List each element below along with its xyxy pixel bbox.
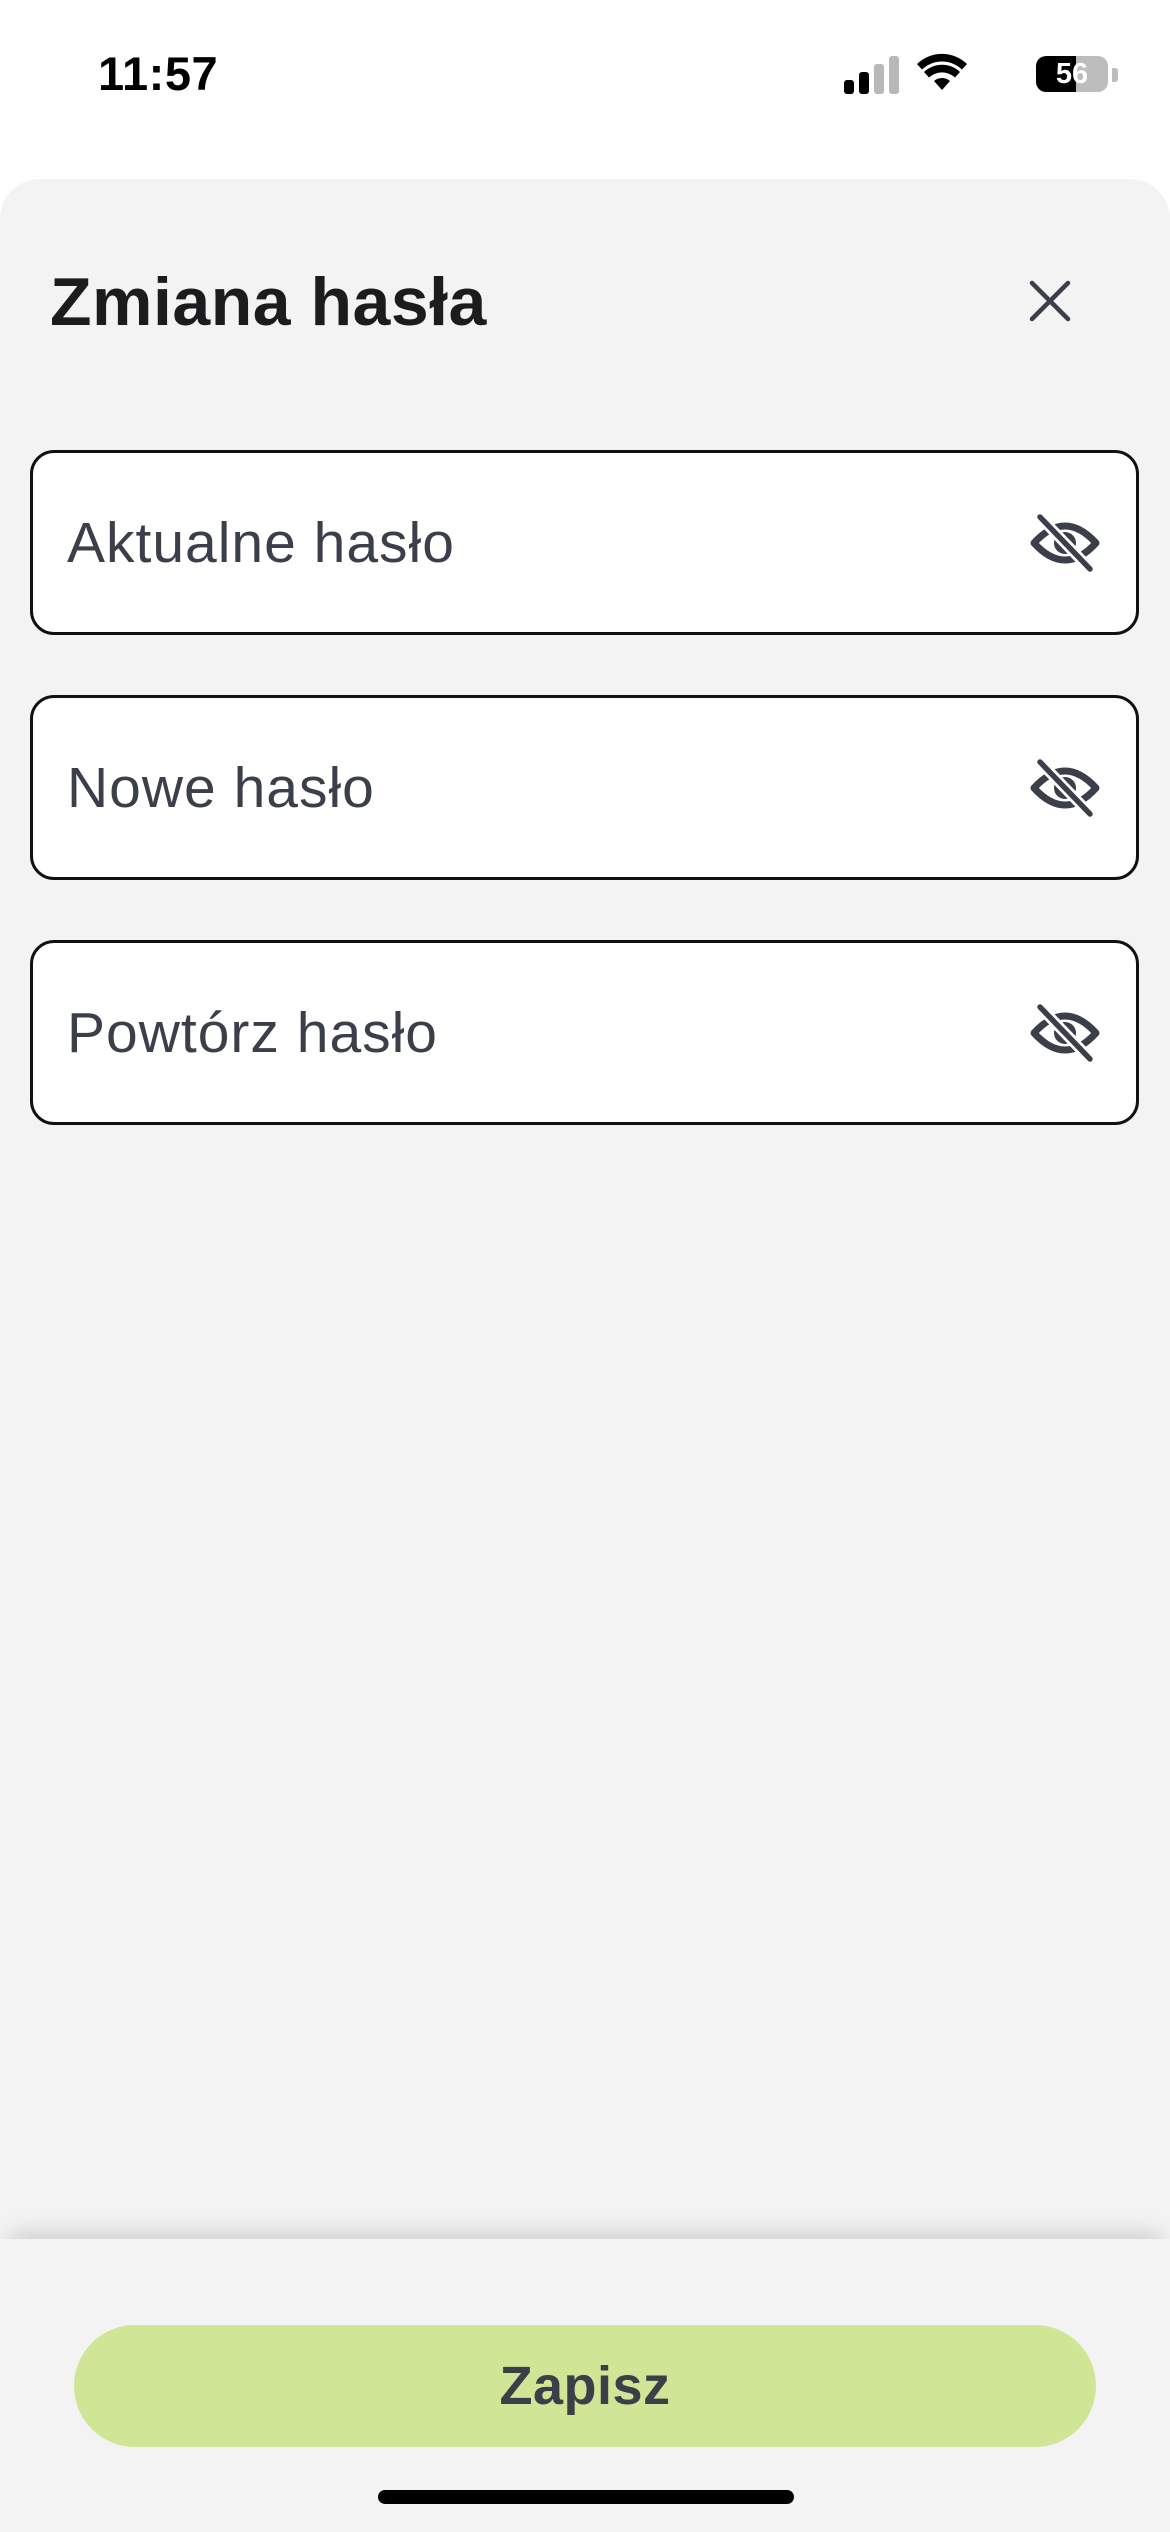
eye-slash-icon [1030, 512, 1100, 573]
change-password-sheet: Zmiana hasła [0, 179, 1170, 2239]
screen: 11:57 56 Zmiana hasła Zapisz [0, 0, 1170, 2532]
status-bar: 11:57 56 [0, 0, 1170, 150]
current-password-field [30, 450, 1139, 635]
repeat-password-field [30, 940, 1139, 1125]
footer: Zapisz [0, 2239, 1170, 2532]
cellular-signal-icon [844, 54, 900, 94]
new-password-input[interactable] [67, 698, 967, 877]
signal-bar [844, 80, 854, 94]
sheet-title: Zmiana hasła [50, 264, 487, 340]
save-button[interactable]: Zapisz [74, 2325, 1096, 2447]
wifi-icon [917, 53, 967, 90]
repeat-password-input[interactable] [67, 943, 967, 1122]
status-icons: 56 [818, 52, 1118, 96]
home-indicator [378, 2490, 794, 2504]
signal-bar [874, 64, 884, 94]
battery-cap [1112, 68, 1118, 82]
battery-icon: 56 [1036, 56, 1108, 92]
battery-level: 56 [1055, 58, 1089, 90]
repeat-password-visibility-toggle[interactable] [1028, 996, 1102, 1070]
eye-slash-icon [1030, 757, 1100, 818]
signal-bar [889, 56, 899, 94]
new-password-visibility-toggle[interactable] [1028, 751, 1102, 825]
eye-slash-icon [1030, 1002, 1100, 1063]
current-password-visibility-toggle[interactable] [1028, 506, 1102, 580]
close-button[interactable] [1010, 261, 1090, 341]
close-icon [1029, 280, 1071, 322]
status-time: 11:57 [98, 47, 219, 100]
current-password-input[interactable] [67, 453, 967, 632]
new-password-field [30, 695, 1139, 880]
signal-bar [859, 72, 869, 94]
